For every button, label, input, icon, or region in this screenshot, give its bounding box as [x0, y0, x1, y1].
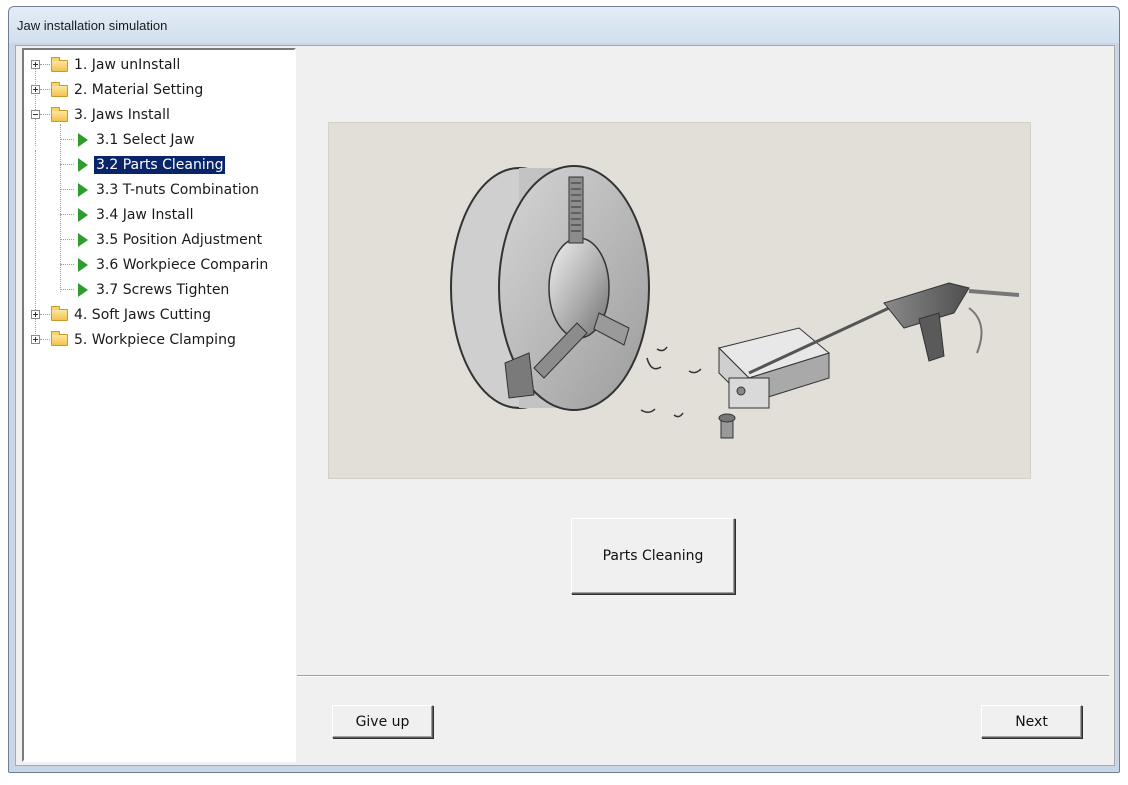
tree-connector [60, 214, 74, 215]
tree-item-jaw-uninstall[interactable]: 1. Jaw unInstall [24, 54, 294, 76]
tree-item-screws-tighten[interactable]: 3.7 Screws Tighten [24, 279, 294, 301]
tree-item-label: 3.6 Workpiece Comparin [96, 257, 269, 273]
play-icon [78, 183, 88, 197]
tree-item-parts-cleaning[interactable]: 3.2 Parts Cleaning [24, 154, 294, 176]
expand-plus-icon[interactable] [31, 85, 40, 94]
tree-item-jaw-install[interactable]: 3.4 Jaw Install [24, 204, 294, 226]
window-title: Jaw installation simulation [17, 18, 168, 33]
tree-connector [60, 264, 74, 265]
play-icon [78, 283, 88, 297]
tree-item-label: 3.1 Select Jaw [96, 132, 195, 148]
next-button[interactable]: Next [981, 705, 1082, 738]
tree-item-label: 4. Soft Jaws Cutting [74, 307, 212, 323]
tree-item-material-setting[interactable]: 2. Material Setting [24, 79, 294, 101]
tree-connector [40, 89, 50, 90]
tree-connector [60, 189, 74, 190]
tree-connector [60, 139, 74, 140]
play-icon [78, 133, 88, 147]
tree-item-select-jaw[interactable]: 3.1 Select Jaw [24, 129, 294, 151]
folder-open-icon [51, 82, 68, 97]
footer-divider [297, 675, 1109, 677]
play-icon [78, 233, 88, 247]
tree-connector [40, 64, 50, 65]
tree-connector [40, 114, 50, 115]
lathe-chuck [450, 165, 650, 411]
tree-item-jaws-install[interactable]: 3. Jaws Install [24, 104, 294, 126]
tree-item-position-adjustment[interactable]: 3.5 Position Adjustment [24, 229, 294, 251]
step-illustration [328, 122, 1031, 479]
metal-chips [640, 346, 702, 418]
tree-item-label: 3.4 Jaw Install [96, 207, 194, 223]
tree-connector [60, 289, 74, 290]
folder-open-icon [51, 57, 68, 72]
window-client-area: 1. Jaw unInstall 2. Material Setting 3. … [15, 45, 1115, 766]
tree-item-label: 2. Material Setting [74, 82, 204, 98]
tree-item-label: 1. Jaw unInstall [74, 57, 181, 73]
expand-plus-icon[interactable] [31, 60, 40, 69]
folder-closed-icon [51, 306, 68, 321]
tree-connector [60, 239, 74, 240]
tree-item-label: 3.7 Screws Tighten [96, 282, 230, 298]
folder-closed-icon [51, 331, 68, 346]
play-icon [78, 158, 88, 172]
parts-cleaning-button[interactable]: Parts Cleaning [571, 518, 735, 594]
folder-open-icon [51, 107, 68, 122]
tree-item-label: 5. Workpiece Clamping [74, 332, 236, 348]
expand-plus-icon[interactable] [31, 310, 40, 319]
tree-item-label: 3. Jaws Install [74, 107, 170, 123]
play-icon [78, 258, 88, 272]
collapse-minus-icon[interactable] [31, 110, 40, 119]
give-up-button[interactable]: Give up [332, 705, 433, 738]
chuck-cleaning-illustration [450, 165, 1020, 439]
tree-item-label: 3.5 Position Adjustment [96, 232, 263, 248]
tree-item-t-nuts-combination[interactable]: 3.3 T-nuts Combination [24, 179, 294, 201]
play-icon [78, 208, 88, 222]
expand-plus-icon[interactable] [31, 335, 40, 344]
application-window: Jaw installation simulation 1. Jaw unIns… [8, 6, 1120, 773]
step-tree[interactable]: 1. Jaw unInstall 2. Material Setting 3. … [22, 48, 296, 762]
tree-item-label-selected: 3.2 Parts Cleaning [94, 156, 226, 174]
tree-connector [40, 314, 50, 315]
tree-item-soft-jaws-cutting[interactable]: 4. Soft Jaws Cutting [24, 304, 294, 326]
tree-item-workpiece-comparing[interactable]: 3.6 Workpiece Comparin [24, 254, 294, 276]
tree-item-label: 3.3 T-nuts Combination [96, 182, 260, 198]
tree-item-workpiece-clamping[interactable]: 5. Workpiece Clamping [24, 329, 294, 351]
title-bar[interactable]: Jaw installation simulation [9, 7, 1119, 43]
tree-connector [60, 164, 74, 165]
tree-connector [40, 339, 50, 340]
